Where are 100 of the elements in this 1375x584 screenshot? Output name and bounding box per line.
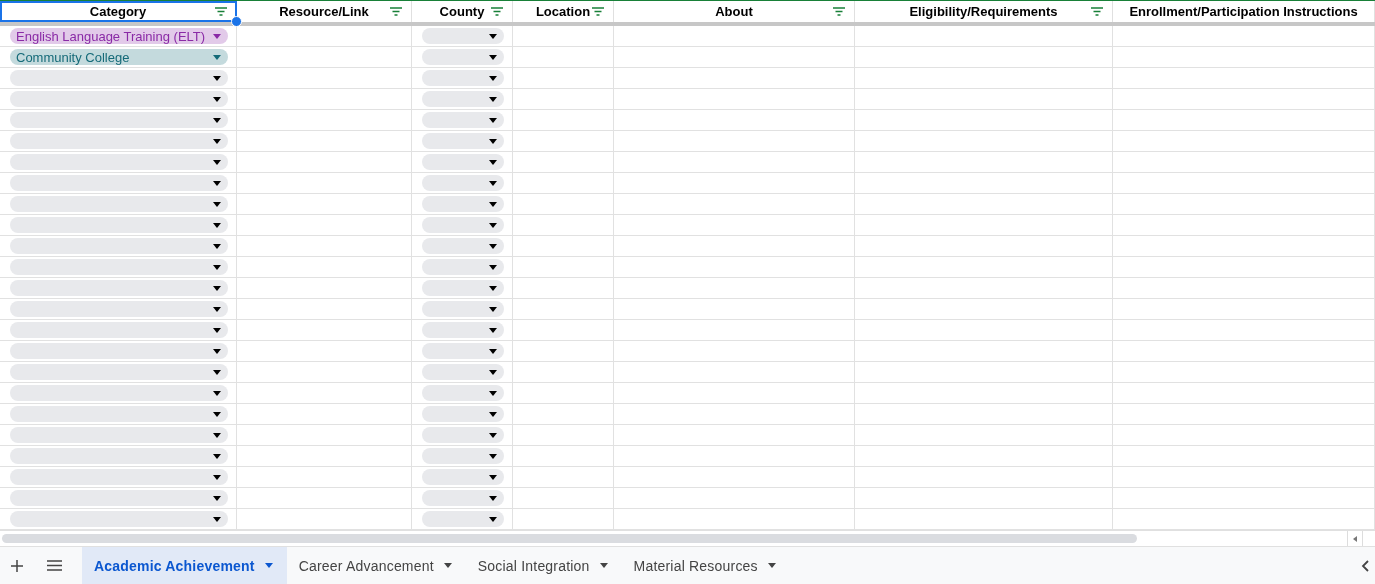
table-cell[interactable]	[0, 236, 237, 257]
filter-icon[interactable]	[592, 7, 604, 16]
table-cell[interactable]	[412, 278, 513, 299]
table-cell[interactable]	[412, 173, 513, 194]
dropdown-chip[interactable]	[422, 343, 504, 359]
table-cell[interactable]	[237, 446, 412, 467]
table-cell[interactable]	[0, 173, 237, 194]
table-cell[interactable]	[237, 341, 412, 362]
table-cell[interactable]	[412, 194, 513, 215]
dropdown-chip[interactable]	[10, 322, 228, 338]
table-cell[interactable]	[237, 404, 412, 425]
table-cell[interactable]	[237, 467, 412, 488]
filter-icon[interactable]	[390, 7, 402, 16]
table-cell[interactable]	[1113, 467, 1375, 488]
table-cell[interactable]	[614, 215, 855, 236]
table-cell[interactable]	[513, 404, 614, 425]
table-cell[interactable]	[513, 425, 614, 446]
table-cell[interactable]	[855, 89, 1113, 110]
dropdown-chip[interactable]	[10, 406, 228, 422]
table-cell[interactable]	[855, 341, 1113, 362]
table-cell[interactable]	[513, 131, 614, 152]
dropdown-chip[interactable]	[10, 133, 228, 149]
dropdown-chip[interactable]	[422, 154, 504, 170]
dropdown-chip[interactable]	[10, 448, 228, 464]
dropdown-chip[interactable]	[10, 427, 228, 443]
table-cell[interactable]	[1113, 26, 1375, 47]
dropdown-chip[interactable]	[422, 217, 504, 233]
dropdown-chip[interactable]	[422, 112, 504, 128]
table-cell[interactable]	[1113, 131, 1375, 152]
table-cell[interactable]	[412, 26, 513, 47]
table-cell[interactable]	[513, 236, 614, 257]
table-cell[interactable]	[0, 278, 237, 299]
dropdown-chip[interactable]	[10, 175, 228, 191]
table-cell[interactable]	[237, 131, 412, 152]
dropdown-chip[interactable]	[422, 511, 504, 527]
table-cell[interactable]	[855, 278, 1113, 299]
table-cell[interactable]	[855, 488, 1113, 509]
table-cell[interactable]	[1113, 89, 1375, 110]
table-cell[interactable]	[237, 47, 412, 68]
table-cell[interactable]	[0, 215, 237, 236]
table-cell[interactable]	[1113, 446, 1375, 467]
table-cell[interactable]	[412, 299, 513, 320]
table-cell[interactable]	[614, 488, 855, 509]
table-cell[interactable]: English Language Training (ELT)	[0, 26, 237, 47]
table-cell[interactable]	[614, 152, 855, 173]
table-cell[interactable]	[412, 488, 513, 509]
table-cell[interactable]	[237, 257, 412, 278]
table-cell[interactable]	[0, 509, 237, 530]
table-cell[interactable]	[412, 446, 513, 467]
table-cell[interactable]	[614, 467, 855, 488]
table-cell[interactable]	[855, 110, 1113, 131]
table-cell[interactable]	[237, 425, 412, 446]
table-cell[interactable]	[0, 425, 237, 446]
dropdown-chip[interactable]	[422, 322, 504, 338]
table-cell[interactable]	[614, 446, 855, 467]
table-cell[interactable]	[0, 152, 237, 173]
table-cell[interactable]	[1113, 110, 1375, 131]
table-cell[interactable]	[855, 173, 1113, 194]
table-cell[interactable]	[412, 68, 513, 89]
dropdown-chip[interactable]	[10, 385, 228, 401]
dropdown-chip[interactable]	[10, 217, 228, 233]
table-cell[interactable]	[614, 383, 855, 404]
table-cell[interactable]	[1113, 341, 1375, 362]
dropdown-chip[interactable]	[422, 406, 504, 422]
table-cell[interactable]	[1113, 152, 1375, 173]
category-chip[interactable]: Community College	[10, 49, 228, 65]
table-cell[interactable]	[0, 383, 237, 404]
table-cell[interactable]	[237, 215, 412, 236]
dropdown-chip[interactable]	[422, 280, 504, 296]
dropdown-chip[interactable]	[10, 364, 228, 380]
table-cell[interactable]	[513, 26, 614, 47]
table-cell[interactable]	[614, 47, 855, 68]
table-cell[interactable]	[855, 152, 1113, 173]
table-cell[interactable]	[0, 299, 237, 320]
table-cell[interactable]	[855, 362, 1113, 383]
table-cell[interactable]	[855, 320, 1113, 341]
table-cell[interactable]	[1113, 257, 1375, 278]
table-cell[interactable]	[1113, 404, 1375, 425]
table-cell[interactable]	[412, 89, 513, 110]
dropdown-chip[interactable]	[422, 49, 504, 65]
table-cell[interactable]	[237, 383, 412, 404]
table-cell[interactable]	[237, 236, 412, 257]
table-cell[interactable]	[412, 383, 513, 404]
table-cell[interactable]	[412, 509, 513, 530]
table-cell[interactable]	[0, 110, 237, 131]
table-cell[interactable]	[513, 467, 614, 488]
table-cell[interactable]	[237, 320, 412, 341]
table-cell[interactable]	[237, 152, 412, 173]
table-cell[interactable]	[1113, 173, 1375, 194]
table-cell[interactable]	[855, 131, 1113, 152]
dropdown-chip[interactable]	[10, 91, 228, 107]
filter-icon[interactable]	[833, 7, 845, 16]
dropdown-chip[interactable]	[422, 91, 504, 107]
table-cell[interactable]	[513, 257, 614, 278]
table-cell[interactable]	[855, 383, 1113, 404]
dropdown-chip[interactable]	[10, 112, 228, 128]
table-cell[interactable]	[0, 89, 237, 110]
table-cell[interactable]	[855, 467, 1113, 488]
table-cell[interactable]	[1113, 236, 1375, 257]
table-cell[interactable]	[1113, 299, 1375, 320]
